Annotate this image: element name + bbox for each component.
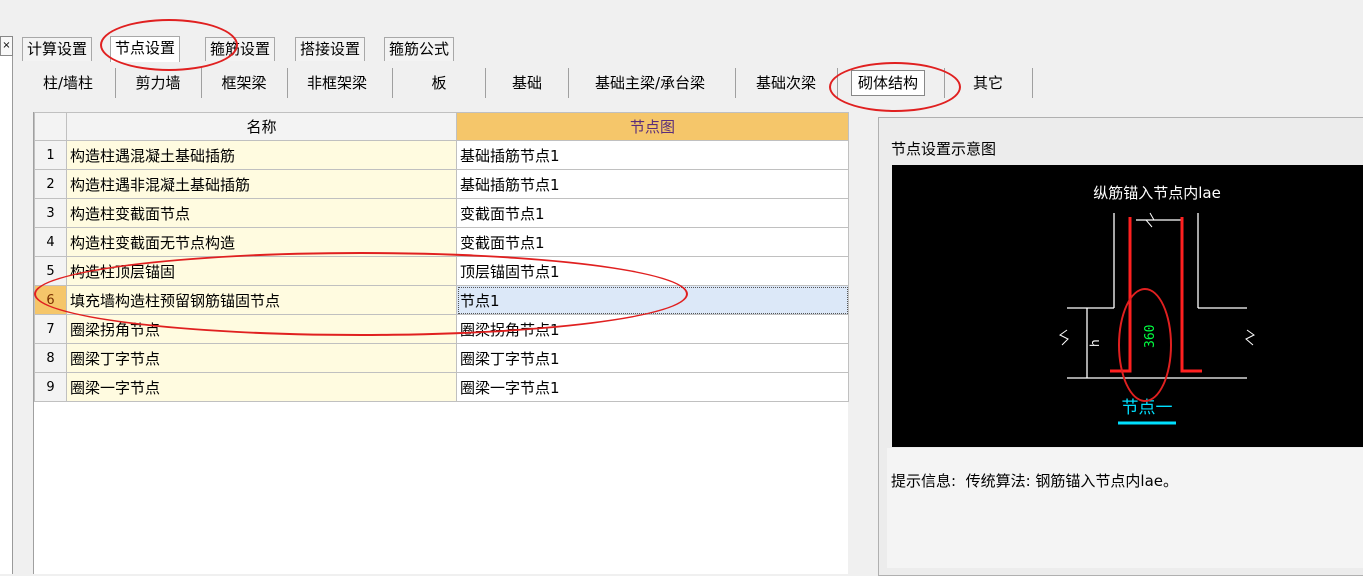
column-outline — [1067, 213, 1247, 379]
sub-tab-bar: 柱/墙柱 剪力墙 框架梁 非框架梁 板 基础 基础主梁/承台梁 基础次梁 砌体结… — [22, 62, 1363, 104]
divider — [568, 68, 569, 98]
row-node-cell[interactable]: 顶层锚固节点1 — [456, 256, 849, 286]
row-name: 填充墙构造柱预留钢筋锚固节点 — [66, 285, 457, 315]
subtab-shear-wall[interactable]: 剪力墙 — [122, 70, 194, 96]
subtab-frame-beam[interactable]: 框架梁 — [208, 70, 280, 96]
anchor-label: 纵筋锚入节点内lae — [1093, 184, 1221, 202]
row-name: 构造柱遇混凝土基础插筋 — [66, 140, 457, 170]
row-index: 7 — [34, 314, 67, 344]
tab-lap-settings[interactable]: 搭接设置 — [295, 37, 366, 61]
table-row[interactable]: 7 圈梁拐角节点 圈梁拐角节点1 — [34, 314, 849, 344]
row-name: 构造柱遇非混凝土基础插筋 — [66, 169, 457, 199]
tip-text: 传统算法: 钢筋锚入节点内lae。 — [965, 472, 1179, 490]
divider — [392, 68, 393, 98]
row-index: 6 — [34, 285, 67, 315]
node-diagram: 纵筋锚入节点内lae h 360 节点一 — [892, 165, 1363, 447]
table-row[interactable]: 2 构造柱遇非混凝土基础插筋 基础插筋节点1 — [34, 169, 849, 199]
divider — [485, 68, 486, 98]
subtab-other[interactable]: 其它 — [958, 70, 1018, 96]
tip-info: 提示信息: 传统算法: 钢筋锚入节点内lae。 — [891, 470, 1178, 491]
subtab-nonframe-beam[interactable]: 非框架梁 — [294, 70, 380, 96]
row-node-cell[interactable]: 圈梁丁字节点1 — [456, 343, 849, 373]
row-node-cell[interactable]: 基础插筋节点1 — [456, 140, 849, 170]
break-symbol — [1144, 212, 1155, 228]
subtab-foundation[interactable]: 基础 — [492, 70, 562, 96]
divider — [115, 68, 116, 98]
tab-calc-settings[interactable]: 计算设置 — [22, 37, 93, 61]
divider — [735, 68, 736, 98]
node-column-header[interactable]: 节点图 — [456, 112, 849, 141]
table-row[interactable]: 8 圈梁丁字节点 圈梁丁字节点1 — [34, 343, 849, 373]
row-node-cell[interactable]: 基础插筋节点1 — [456, 169, 849, 199]
row-name: 构造柱变截面节点 — [66, 198, 457, 228]
row-name: 构造柱顶层锚固 — [66, 256, 457, 286]
node-diagram-svg: 纵筋锚入节点内lae h 360 节点一 — [1059, 184, 1255, 425]
tab-stirrup-settings[interactable]: 箍筋设置 — [205, 37, 276, 61]
table-row-selected[interactable]: 6 填充墙构造柱预留钢筋锚固节点 节点1 — [34, 285, 849, 315]
tip-area — [887, 448, 1363, 568]
table-header-row: 名称 节点图 — [34, 112, 849, 141]
row-index: 9 — [34, 372, 67, 402]
table-row[interactable]: 3 构造柱变截面节点 变截面节点1 — [34, 198, 849, 228]
subtab-masonry[interactable]: 砌体结构 — [851, 70, 926, 96]
row-node-cell[interactable]: 节点1 — [456, 285, 849, 315]
row-node-cell[interactable]: 变截面节点1 — [456, 198, 849, 228]
row-name: 圈梁丁字节点 — [66, 343, 457, 373]
preview-title: 节点设置示意图 — [891, 140, 997, 158]
subtab-column[interactable]: 柱/墙柱 — [34, 70, 102, 96]
tab-node-settings[interactable]: 节点设置 — [110, 36, 181, 62]
subtab-foundation-main-beam[interactable]: 基础主梁/承台梁 — [576, 70, 724, 96]
table-row[interactable]: 9 圈梁一字节点 圈梁一字节点1 — [34, 372, 849, 402]
row-index: 8 — [34, 343, 67, 373]
divider — [287, 68, 288, 98]
divider — [1032, 68, 1033, 98]
height-label: h — [1088, 339, 1102, 347]
row-index: 5 — [34, 256, 67, 286]
tab-stirrup-formula[interactable]: 箍筋公式 — [384, 37, 455, 61]
row-node-cell[interactable]: 圈梁一字节点1 — [456, 372, 849, 402]
anchor-length-label: 360 — [1143, 325, 1158, 348]
node-preview-panel: 节点设置示意图 纵筋锚入节点内lae h 360 节点一 提示信息: 传统算法:… — [878, 117, 1363, 576]
close-icon[interactable]: × — [0, 36, 13, 56]
name-column-header[interactable]: 名称 — [66, 112, 457, 141]
subtab-slab[interactable]: 板 — [399, 70, 479, 96]
diagram-caption: 节点一 — [1122, 398, 1173, 418]
row-index: 4 — [34, 227, 67, 257]
row-index-header — [34, 112, 67, 141]
table-row[interactable]: 1 构造柱遇混凝土基础插筋 基础插筋节点1 — [34, 140, 849, 170]
row-name: 圈梁拐角节点 — [66, 314, 457, 344]
row-name: 圈梁一字节点 — [66, 372, 457, 402]
table-row[interactable]: 5 构造柱顶层锚固 顶层锚固节点1 — [34, 256, 849, 286]
node-settings-table: 名称 节点图 1 构造柱遇混凝土基础插筋 基础插筋节点1 2 构造柱遇非混凝土基… — [33, 112, 849, 574]
break-symbol — [1245, 329, 1255, 346]
left-panel-strip: × — [0, 36, 13, 574]
divider — [837, 68, 838, 98]
row-index: 3 — [34, 198, 67, 228]
table-row[interactable]: 4 构造柱变截面无节点构造 变截面节点1 — [34, 227, 849, 257]
row-node-cell[interactable]: 变截面节点1 — [456, 227, 849, 257]
subtab-foundation-secondary-beam[interactable]: 基础次梁 — [742, 70, 830, 96]
row-name: 构造柱变截面无节点构造 — [66, 227, 457, 257]
row-node-cell[interactable]: 圈梁拐角节点1 — [456, 314, 849, 344]
row-index: 1 — [34, 140, 67, 170]
row-index: 2 — [34, 169, 67, 199]
divider — [201, 68, 202, 98]
break-symbol — [1059, 329, 1069, 346]
tip-label: 提示信息: — [891, 472, 957, 490]
divider — [944, 68, 945, 98]
